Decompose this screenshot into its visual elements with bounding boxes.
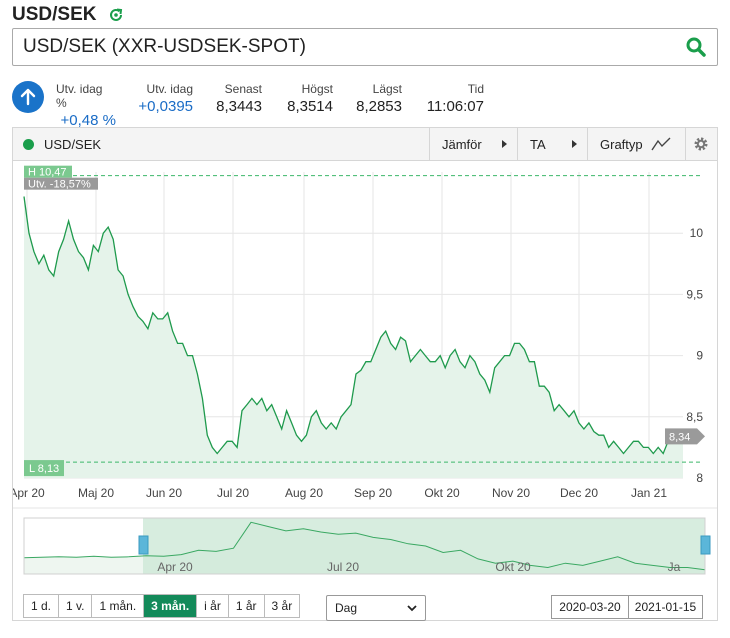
interval-select[interactable]: Dag: [326, 595, 426, 621]
period-button[interactable]: 3 år: [264, 595, 300, 617]
interval-value: Dag: [335, 601, 358, 615]
date-from-value: 2020-03-20: [559, 600, 621, 614]
period-button[interactable]: i år: [197, 595, 229, 617]
stat-5: Tid 11:06:07: [402, 82, 484, 129]
date-to-value: 2021-01-15: [634, 600, 697, 614]
x-tick-label: Nov 20: [492, 486, 530, 500]
refresh-icon[interactable]: [108, 7, 124, 23]
y-tick-label: 9: [696, 349, 703, 363]
ta-label: TA: [530, 136, 546, 152]
period-button[interactable]: 1 d.: [24, 595, 60, 617]
date-from[interactable]: 2020-03-20: [551, 595, 629, 619]
search-input[interactable]: USD/SEK (XXR-USDSEK-SPOT): [23, 36, 685, 58]
period-button[interactable]: 3 mån.: [144, 595, 198, 617]
search-icon[interactable]: [685, 36, 707, 58]
stat-1: Utv. idag +0,0395: [116, 82, 193, 129]
search-box[interactable]: USD/SEK (XXR-USDSEK-SPOT): [12, 28, 718, 66]
stat-value: +0,0395: [138, 98, 193, 115]
navigator-tick-label: Okt 20: [495, 560, 531, 574]
change-label: Utv. -18,57%: [28, 179, 91, 191]
navigator-tick-label: Jul 20: [327, 560, 359, 574]
period-button[interactable]: 1 v.: [59, 595, 93, 617]
series-name: USD/SEK: [44, 137, 102, 152]
stat-value: 8,3443: [216, 98, 262, 115]
navigator-tick-label: Ja: [668, 560, 681, 574]
y-tick-label: 8,5: [686, 410, 703, 424]
x-tick-label: Aug 20: [285, 486, 323, 500]
navigator-handle-right[interactable]: [700, 535, 711, 555]
x-tick-label: Sep 20: [354, 486, 392, 500]
period-button[interactable]: 1 år: [228, 595, 265, 617]
low-label: L 8,13: [29, 463, 59, 475]
chevron-down-icon: [407, 605, 417, 612]
y-tick-label: 9,5: [686, 287, 703, 301]
last-label: 8,34: [669, 431, 690, 443]
x-tick-label: Apr 20: [13, 486, 45, 500]
caret-right-icon: [502, 140, 507, 148]
ta-button[interactable]: TA: [517, 128, 587, 160]
charttype-button[interactable]: Graftyp: [587, 128, 685, 160]
compare-button[interactable]: Jämför: [429, 128, 517, 160]
series-legend: USD/SEK: [23, 137, 101, 152]
stat-4: Lägst 8,2853: [333, 82, 402, 129]
stat-label: Högst: [301, 82, 333, 96]
x-tick-label: Jan 21: [631, 486, 667, 500]
stat-label: Utv. idag: [146, 82, 193, 96]
stat-0: Utv. idag % +0,48 %: [56, 82, 116, 129]
x-tick-label: Jul 20: [217, 486, 249, 500]
last-badge-arrow: [697, 428, 705, 445]
page-title: USD/SEK: [12, 4, 97, 25]
y-tick-label: 10: [690, 226, 704, 240]
stat-label: Senast: [224, 82, 262, 96]
line-chart-icon: [651, 137, 671, 151]
trend-up-indicator: [12, 81, 44, 113]
x-tick-label: Maj 20: [78, 486, 114, 500]
series-dot: [23, 139, 34, 150]
page-header: USD/SEK: [12, 4, 124, 26]
charttype-label: Graftyp: [600, 136, 643, 152]
stat-value: 11:06:07: [426, 98, 484, 115]
settings-button[interactable]: [685, 128, 717, 160]
stat-label: Lägst: [372, 82, 402, 96]
stat-value: 8,2853: [356, 98, 402, 115]
chart-toolbar: USD/SEK Jämför TA Graftyp: [13, 128, 717, 161]
x-tick-label: Dec 20: [560, 486, 598, 500]
caret-right-icon: [572, 140, 577, 148]
high-label: H 10,47: [28, 167, 67, 179]
compare-label: Jämför: [442, 136, 482, 152]
date-to[interactable]: 2021-01-15: [628, 595, 703, 619]
stat-label: Utv. idag %: [56, 82, 103, 110]
stat-label: Tid: [467, 82, 484, 96]
navigator-tick-label: Apr 20: [157, 560, 193, 574]
price-chart[interactable]: 10 9,5 9 8,5 8 Apr 20 Maj 20 Jun 20 Jul 20 Aug 20…: [13, 162, 717, 620]
arrow-up-icon: [20, 88, 36, 106]
gear-icon: [694, 137, 708, 151]
x-tick-label: Jun 20: [146, 486, 182, 500]
stat-3: Högst 8,3514: [262, 82, 333, 129]
period-button[interactable]: 1 mån.: [92, 595, 145, 617]
chart-panel: USD/SEK Jämför TA Graftyp 10 9,5 9 8,5 8 Apr …: [12, 127, 718, 621]
navigator-handle-left[interactable]: [138, 535, 149, 555]
x-tick-label: Okt 20: [424, 486, 460, 500]
stat-2: Senast 8,3443: [193, 82, 262, 129]
quote-stats: Utv. idag % +0,48 % Utv. idag +0,0395 Senast…: [56, 82, 484, 129]
y-tick-label: 8: [696, 471, 703, 485]
period-selector: 1 d. 1 v. 1 mån. 3 mån. i år 1 år 3 år: [23, 594, 301, 618]
stat-value: 8,3514: [287, 98, 333, 115]
